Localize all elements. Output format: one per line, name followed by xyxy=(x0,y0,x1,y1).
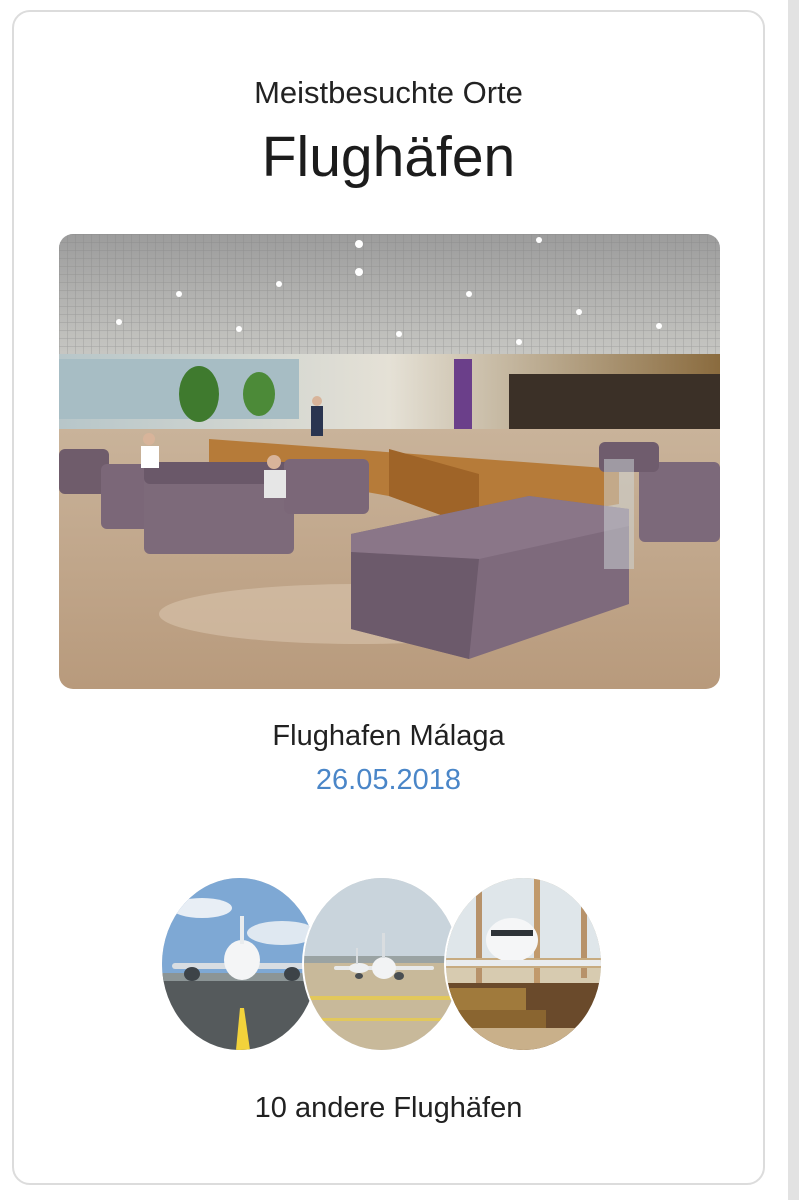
airport-thumbnail-2[interactable] xyxy=(304,878,459,1050)
other-airports-thumbnails[interactable] xyxy=(162,878,622,1050)
other-airports-label[interactable]: 10 andere Flughäfen xyxy=(14,1092,763,1125)
featured-place-date: 26.05.2018 xyxy=(315,764,462,796)
airport-thumbnail-1[interactable] xyxy=(162,878,317,1050)
card-title: Flughäfen xyxy=(261,125,516,189)
scrollbar[interactable] xyxy=(788,0,799,1200)
airport-thumbnail-3[interactable] xyxy=(446,878,601,1050)
featured-place-name[interactable]: Flughafen Málaga xyxy=(14,720,763,753)
card-subtitle: Meistbesuchte Orte xyxy=(254,75,523,110)
most-visited-card[interactable]: Meistbesuchte Orte Flughäfen Flughafen M… xyxy=(12,10,765,1185)
featured-place-photo[interactable] xyxy=(59,234,720,689)
